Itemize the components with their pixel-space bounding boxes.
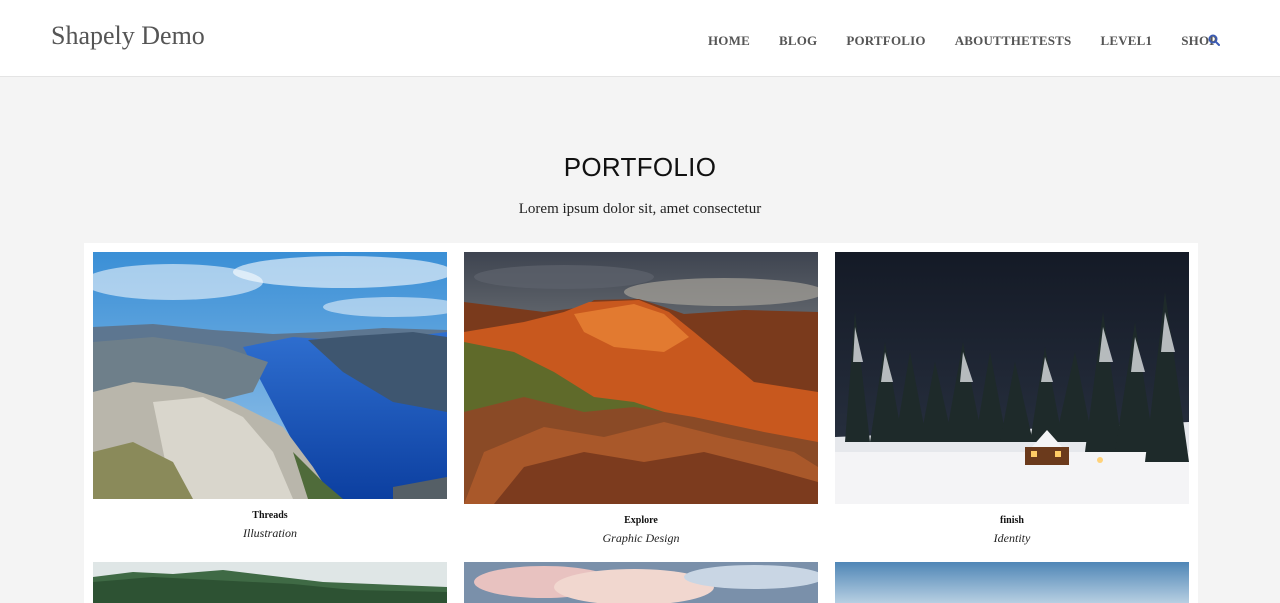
portfolio-item-title[interactable]: Explore	[464, 515, 818, 526]
nav-item-home[interactable]: HOME	[708, 33, 750, 49]
portfolio-item-title[interactable]: Threads	[93, 510, 447, 521]
site-header: Shapely Demo HOME BLOG PORTFOLIO ABOUTTH…	[0, 0, 1280, 77]
portfolio-item-finish[interactable]: finish Identity	[835, 252, 1189, 552]
portfolio-image-forest[interactable]	[93, 562, 447, 603]
portfolio-item-title[interactable]: finish	[835, 515, 1189, 526]
portfolio-item-category: Identity	[993, 531, 1031, 545]
portfolio-item-row2-3[interactable]	[835, 562, 1189, 603]
search-icon[interactable]	[1208, 34, 1220, 46]
portfolio-item-category: Illustration	[242, 526, 297, 540]
nav-item-blog[interactable]: BLOG	[779, 33, 817, 49]
portfolio-item-row2-1[interactable]	[93, 562, 447, 603]
portfolio-grid: Threads Illustration Explore Graphic Des…	[84, 243, 1198, 603]
nav-item-aboutthetests[interactable]: ABOUTTHETESTS	[955, 33, 1072, 49]
page-subtitle: Lorem ipsum dolor sit, amet consectetur	[518, 201, 762, 217]
portfolio-image-clouds[interactable]	[464, 562, 818, 603]
portfolio-image-fjord[interactable]	[93, 252, 447, 499]
nav-item-level1[interactable]: LEVEL1	[1100, 33, 1152, 49]
page-title: PORTFOLIO	[563, 152, 717, 182]
portfolio-item-explore[interactable]: Explore Graphic Design	[464, 252, 818, 552]
portfolio-image-canyon[interactable]	[464, 252, 818, 504]
site-brand-link[interactable]: Shapely Demo	[51, 21, 205, 51]
portfolio-item-row2-2[interactable]	[464, 562, 818, 603]
main-nav: HOME BLOG PORTFOLIO ABOUTTHETESTS LEVEL1…	[708, 31, 1246, 51]
portfolio-image-cabin[interactable]	[835, 252, 1189, 504]
portfolio-item-category: Graphic Design	[602, 531, 680, 545]
portfolio-item-threads[interactable]: Threads Illustration	[93, 252, 447, 552]
portfolio-image-sky[interactable]	[835, 562, 1189, 603]
nav-item-portfolio[interactable]: PORTFOLIO	[846, 33, 925, 49]
